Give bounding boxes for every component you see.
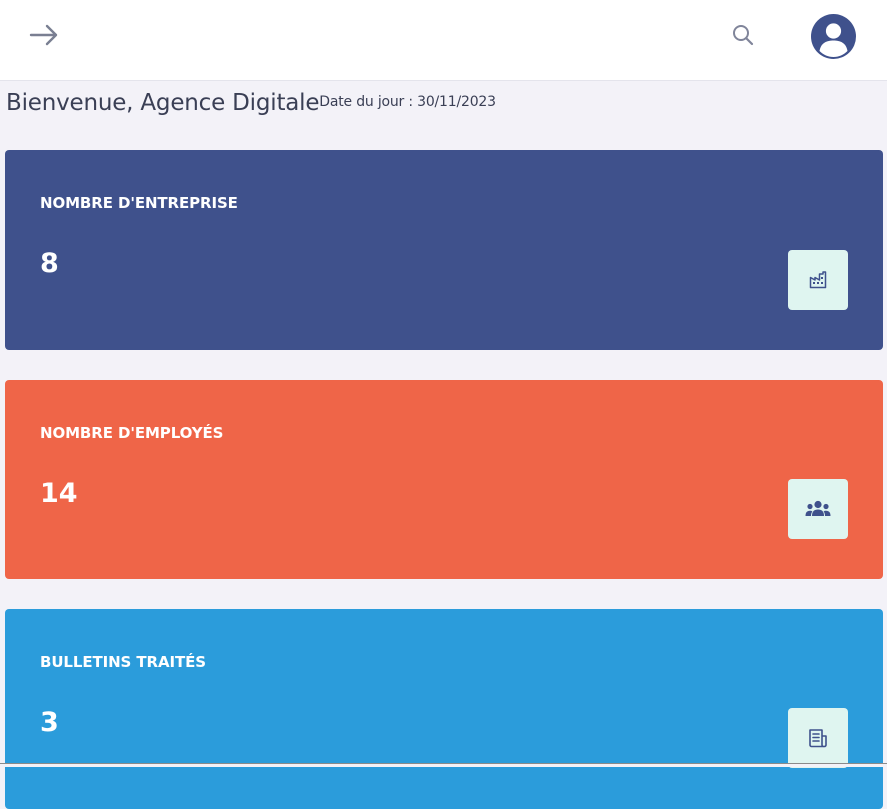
card-value: 3 bbox=[40, 707, 59, 738]
card-label: NOMBRE D'EMPLOYÉS bbox=[40, 424, 224, 442]
welcome-title: Bienvenue, Agence Digitale bbox=[6, 90, 320, 116]
companies-card: NOMBRE D'ENTREPRISE 8 bbox=[5, 150, 883, 350]
current-date: Date du jour : 30/11/2023 bbox=[319, 94, 496, 110]
window-edge bbox=[0, 763, 887, 767]
users-icon[interactable] bbox=[788, 479, 848, 539]
search-icon[interactable] bbox=[729, 20, 757, 50]
payslips-card: BULLETINS TRAITÉS 3 bbox=[5, 609, 883, 809]
top-bar bbox=[0, 0, 887, 81]
card-label: BULLETINS TRAITÉS bbox=[40, 653, 206, 671]
card-value: 8 bbox=[40, 248, 59, 279]
user-circle-icon[interactable] bbox=[811, 14, 856, 59]
newspaper-icon[interactable] bbox=[788, 708, 848, 768]
card-label: NOMBRE D'ENTREPRISE bbox=[40, 194, 238, 212]
employees-card: NOMBRE D'EMPLOYÉS 14 bbox=[5, 380, 883, 579]
factory-icon[interactable] bbox=[788, 250, 848, 310]
card-value: 14 bbox=[40, 478, 78, 509]
arrow-right-icon[interactable] bbox=[26, 20, 62, 50]
welcome-header: Bienvenue, Agence Digitale Date du jour … bbox=[6, 90, 496, 116]
